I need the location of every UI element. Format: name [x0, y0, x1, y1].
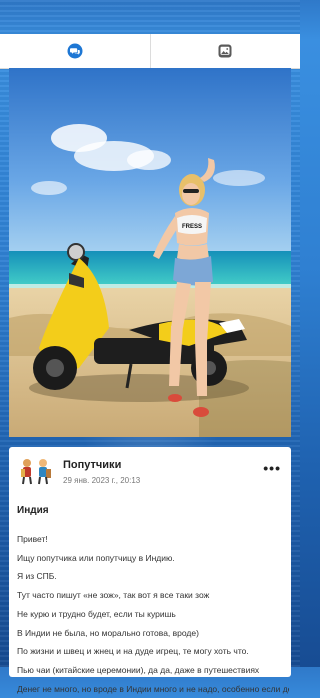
- shirt-text: FRESS: [182, 224, 202, 230]
- post-line: Тут часто пишут «не зож», так вот я все …: [17, 590, 210, 601]
- post-line: Не курю и трудно будет, если ты куришь: [17, 608, 176, 619]
- post-line: Пью чаи (китайские церемонии), да да, да…: [17, 664, 260, 675]
- tab-photos[interactable]: [151, 34, 301, 68]
- top-tab-bar: [0, 34, 300, 69]
- tab-chat[interactable]: [0, 34, 151, 68]
- community-avatar[interactable]: [17, 457, 55, 485]
- post-author[interactable]: Попутчики: [63, 459, 121, 471]
- post-title: Индия: [17, 505, 49, 516]
- post-line: Ищу попутчика или попутчицу в Индию.: [17, 552, 175, 563]
- post-photo[interactable]: FRESS: [9, 68, 291, 437]
- post-photo-card[interactable]: FRESS: [9, 68, 291, 437]
- chat-bubble-icon: [67, 43, 83, 59]
- post-body: Привет! Ищу попутчика или попутчицу в Ин…: [17, 530, 289, 698]
- post-line: По жизни и швец и жнец и на дуде игрец, …: [17, 646, 249, 657]
- post-line: В Индии не была, но морально готова, вро…: [17, 627, 199, 638]
- post-line: Я из СПБ.: [17, 571, 57, 582]
- post-line: Привет!: [17, 534, 48, 544]
- more-options-icon[interactable]: •••: [263, 460, 281, 476]
- post-card: Попутчики 29 янв. 2023 г., 20:13 ••• Инд…: [9, 447, 291, 694]
- post-date: 29 янв. 2023 г., 20:13: [63, 476, 141, 485]
- beach-scooter-photo: FRESS: [9, 68, 291, 437]
- post-line: Денег не много, но вроде в Индии много и…: [17, 683, 289, 694]
- image-icon: [218, 44, 232, 58]
